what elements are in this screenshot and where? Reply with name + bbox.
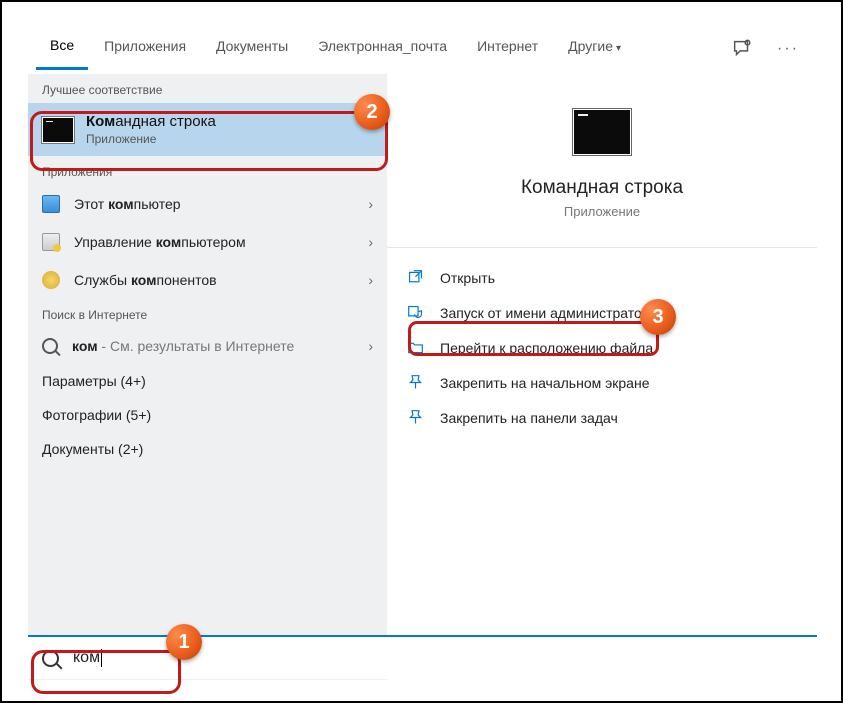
management-icon xyxy=(42,233,60,251)
best-match-subtitle: Приложение xyxy=(86,132,216,146)
action-run-as-admin[interactable]: Запуск от имени администратора xyxy=(387,295,817,330)
chevron-right-icon: › xyxy=(368,272,373,288)
search-icon xyxy=(42,338,58,354)
result-computer-management[interactable]: Управление компьютером › xyxy=(28,223,387,261)
action-open-location[interactable]: Перейти к расположению файла xyxy=(387,330,817,365)
filter-tabs: Все Приложения Документы Электронная_поч… xyxy=(28,24,817,74)
action-pin-taskbar[interactable]: Закрепить на панели задач xyxy=(387,400,817,435)
action-list: Открыть Запуск от имени администратора П… xyxy=(387,247,817,435)
result-this-pc[interactable]: Этот компьютер › xyxy=(28,185,387,223)
preview-title: Командная строка xyxy=(521,177,683,199)
open-icon xyxy=(407,269,424,286)
action-pin-start[interactable]: Закрепить на начальном экране xyxy=(387,365,817,400)
best-match-result[interactable]: Командная строка Приложение xyxy=(28,103,387,156)
tab-all[interactable]: Все xyxy=(36,29,88,70)
computer-icon xyxy=(42,195,60,213)
chevron-right-icon: › xyxy=(368,338,373,354)
internet-search-label: Поиск в Интернете xyxy=(28,299,387,328)
tab-email[interactable]: Электронная_почта xyxy=(304,30,461,68)
search-bar[interactable]: ком xyxy=(28,635,817,679)
feedback-icon[interactable] xyxy=(731,38,753,60)
pin-start-icon xyxy=(407,374,424,391)
results-panel: Лучшее соответствие Командная строка При… xyxy=(28,74,387,680)
category-documents[interactable]: Документы (2+) xyxy=(28,432,387,466)
search-icon xyxy=(42,650,59,667)
best-match-title: Командная строка xyxy=(86,113,216,130)
result-web-search[interactable]: ком - См. результаты в Интернете › xyxy=(28,328,387,364)
preview-app-icon xyxy=(573,109,631,155)
best-match-label: Лучшее соответствие xyxy=(28,74,387,103)
pin-taskbar-icon xyxy=(407,409,424,426)
component-services-icon xyxy=(42,271,60,289)
annotation-badge-1: 1 xyxy=(166,624,202,660)
apps-label: Приложения xyxy=(28,156,387,185)
tab-other[interactable]: Другие▾ xyxy=(554,30,635,68)
action-open[interactable]: Открыть xyxy=(387,260,817,295)
admin-shield-icon xyxy=(407,304,424,321)
preview-subtitle: Приложение xyxy=(564,204,640,219)
folder-icon xyxy=(407,339,424,356)
chevron-down-icon: ▾ xyxy=(616,43,621,54)
tab-apps[interactable]: Приложения xyxy=(90,30,200,68)
result-component-services[interactable]: Службы компонентов › xyxy=(28,261,387,299)
preview-panel: Командная строка Приложение Открыть Запу… xyxy=(387,74,817,680)
more-options-icon[interactable]: ··· xyxy=(767,40,809,58)
category-settings[interactable]: Параметры (4+) xyxy=(28,364,387,398)
chevron-right-icon: › xyxy=(368,196,373,212)
category-photos[interactable]: Фотографии (5+) xyxy=(28,398,387,432)
annotation-badge-2: 2 xyxy=(354,94,390,130)
tab-documents[interactable]: Документы xyxy=(202,30,302,68)
annotation-badge-3: 3 xyxy=(640,299,676,335)
chevron-right-icon: › xyxy=(368,234,373,250)
tab-internet[interactable]: Интернет xyxy=(463,30,552,68)
cmd-prompt-icon xyxy=(42,117,74,143)
search-window: Все Приложения Документы Электронная_поч… xyxy=(28,24,817,680)
